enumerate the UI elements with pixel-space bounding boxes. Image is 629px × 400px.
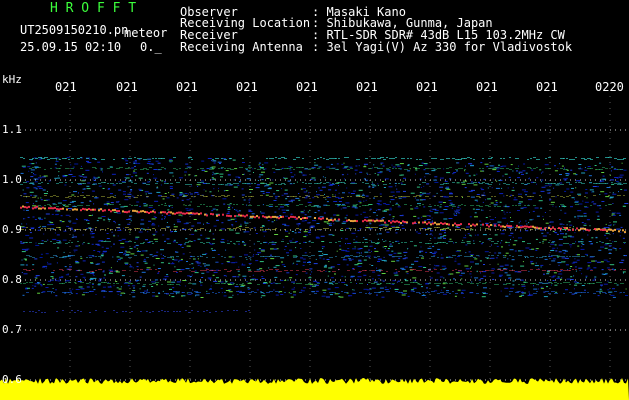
- count-label: 0._: [140, 40, 162, 54]
- y-tick-label: 0.9: [2, 223, 22, 236]
- time-label: 0220: [595, 80, 624, 94]
- time-label: 021: [176, 80, 198, 94]
- time-label: 021: [536, 80, 558, 94]
- app-title: H R O F F T: [50, 1, 137, 16]
- antenna-label: Receiving Antenna: [180, 40, 303, 54]
- signal-strength-bar: [0, 378, 629, 400]
- time-label: 021: [356, 80, 378, 94]
- y-tick-label: 0.7: [2, 323, 22, 336]
- antenna-value: : 3el Yagi(V) Az 330 for Vladivostok: [312, 40, 573, 54]
- y-tick-label: 0.6: [2, 373, 22, 386]
- spectrogram-canvas: [0, 96, 629, 400]
- y-tick-label: 1.1: [2, 123, 22, 136]
- unit-label: kHz: [2, 73, 22, 86]
- time-label: 021: [55, 80, 77, 94]
- date-time-label: 25.09.15 02:10: [20, 40, 122, 54]
- y-tick-label: 1.0: [2, 173, 22, 186]
- time-label: 021: [296, 80, 318, 94]
- filename-label: UT2509150210.pn: [20, 23, 129, 37]
- time-label: 021: [476, 80, 498, 94]
- time-label: 021: [116, 80, 138, 94]
- mode-label: meteor: [124, 26, 168, 40]
- y-tick-label: 0.8: [2, 273, 22, 286]
- time-label: 021: [236, 80, 258, 94]
- time-label: 021: [416, 80, 438, 94]
